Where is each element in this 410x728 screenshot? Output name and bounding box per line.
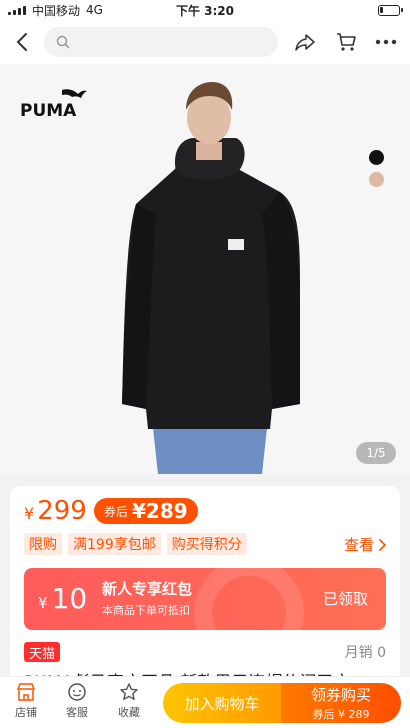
favorite-button[interactable]: 收藏 — [107, 683, 151, 720]
battery-icon — [378, 5, 403, 16]
shop-button[interactable]: 店铺 — [4, 683, 48, 720]
see-all-link[interactable]: 查看 — [344, 534, 386, 555]
service-label: 客服 — [66, 706, 88, 719]
see-all-label: 查看 — [343, 536, 374, 554]
star-icon — [120, 683, 138, 700]
search-icon — [56, 35, 70, 49]
red-packet-amount: ¥ 10 — [38, 582, 87, 615]
back-button[interactable] — [0, 20, 44, 64]
tmall-badge: 天猫 — [24, 642, 61, 662]
battery-fill — [380, 7, 383, 13]
share-button[interactable] — [290, 27, 320, 57]
promo-tags: 限购 满199享包邮 购买得积分 — [24, 533, 247, 555]
carrier-label: 中国移动 — [32, 3, 81, 18]
nav-bar — [0, 20, 410, 64]
more-button[interactable] — [371, 27, 401, 57]
coupon-buy-button[interactable]: 领券购买 券后 ¥ 289 — [281, 683, 401, 723]
status-bar: 中国移动 4G 下午 3:20 — [0, 0, 410, 20]
product-photo — [122, 82, 300, 474]
color-swatch-tan[interactable] — [369, 172, 384, 187]
red-packet-value: 10 — [51, 582, 88, 615]
favorite-label: 收藏 — [118, 706, 140, 719]
coupon-price-badge[interactable]: 券后 ¥289 — [94, 498, 198, 524]
more-dots-icon — [375, 39, 397, 45]
price-value: 299 — [37, 496, 87, 526]
cart-button[interactable] — [331, 27, 361, 57]
search-input[interactable] — [44, 27, 278, 57]
cart-icon — [337, 33, 356, 51]
coupon-price: ¥289 — [132, 499, 188, 523]
buy-sub-label: 券后 ¥ 289 — [312, 708, 370, 721]
red-packet-status: 已领取 — [322, 590, 368, 608]
promo-tag: 购买得积分 — [166, 533, 247, 555]
status-left: 中国移动 4G — [8, 2, 103, 19]
red-packet-subtitle: 本商品下单可抵扣 — [102, 604, 190, 617]
bottom-action-bar: 店铺 客服 收藏 加入购物车 领券购买 券后 ¥ 289 — [0, 676, 410, 728]
shop-label: 店铺 — [15, 706, 37, 719]
customer-service-icon — [68, 683, 86, 701]
store-icon — [16, 683, 36, 701]
monthly-sales: 月销 0 — [344, 645, 386, 661]
price: ¥ 299 — [24, 496, 87, 526]
product-gallery[interactable]: PUMA 1/5 — [0, 64, 410, 474]
service-button[interactable]: 客服 — [55, 683, 99, 720]
add-to-cart-button[interactable]: 加入购物车 — [163, 683, 281, 723]
coupon-prefix: 券后 — [104, 504, 129, 519]
share-arrow-icon — [295, 34, 315, 51]
red-packet-title: 新人专享红包 — [102, 580, 193, 598]
currency-symbol: ¥ — [24, 504, 35, 523]
signal-icon — [8, 5, 26, 15]
yen-watermark-icon — [194, 568, 304, 630]
buy-label: 领券购买 — [310, 686, 371, 704]
network-label: 4G — [86, 3, 103, 17]
image-counter: 1/5 — [356, 442, 396, 464]
color-swatch-black[interactable] — [369, 150, 384, 165]
red-packet-currency: ¥ — [38, 594, 48, 612]
chevron-right-icon — [379, 538, 386, 551]
promo-tag: 限购 — [24, 533, 62, 555]
price-card: ¥ 299 券后 ¥289 限购 满199享包邮 购买得积分 查看 ¥ 10 新… — [10, 486, 400, 696]
red-packet-banner[interactable]: ¥ 10 新人专享红包 本商品下单可抵扣 已领取 — [24, 568, 386, 630]
promo-tag: 满199享包邮 — [68, 533, 161, 555]
back-chevron-icon — [16, 33, 27, 51]
